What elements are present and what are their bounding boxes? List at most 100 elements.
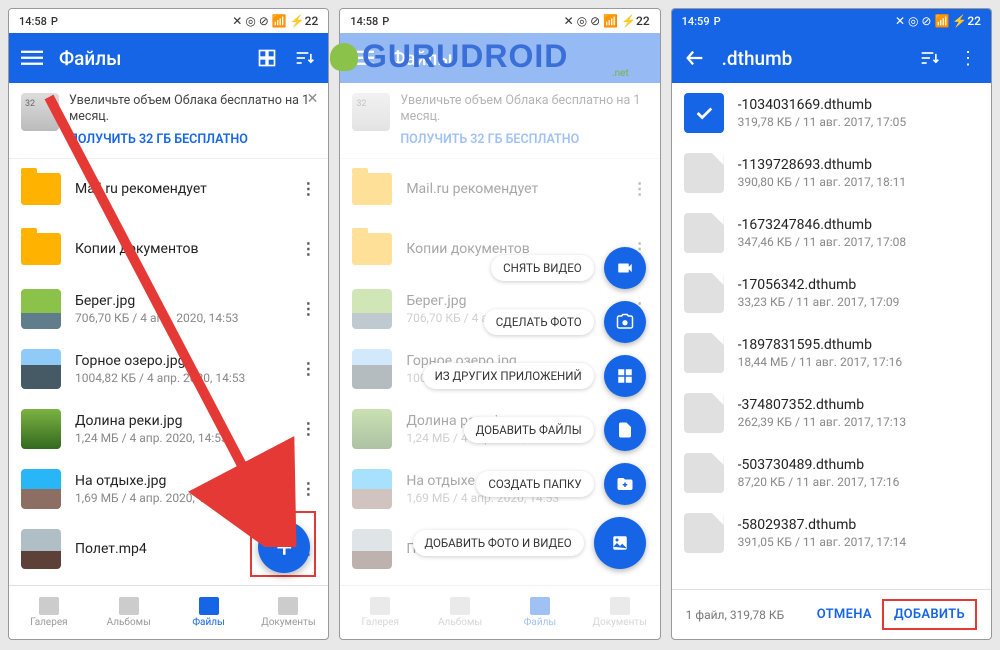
list-item[interactable]: -58029387.dthumb391,05 КБ / 11 авг. 2017… [672,503,991,563]
fab-action-icon[interactable] [604,463,646,505]
fab-action-icon[interactable] [604,301,646,343]
checkbox-icon[interactable] [684,93,724,133]
nav-label: Альбомы [107,617,151,628]
fab-menu-item[interactable]: СНЯТЬ ВИДЕО [491,247,646,289]
list-item[interactable]: -1139728693.dthumb 390,80 КБ / 11 авг. 20… [672,143,991,203]
list-item[interactable]: -1673247846.dthumb 347,46 КБ / 11 авг. 20… [672,203,991,263]
file-thumb [352,173,392,205]
file-thumb [21,469,61,509]
fab-menu-item[interactable]: СОЗДАТЬ ПАПКУ [476,463,645,505]
menu-icon[interactable] [21,47,43,69]
add-button[interactable]: ДОБАВИТЬ [882,599,977,630]
list-item[interactable]: Берег.jpg 706,70 КБ / 4 апр. 2020, 14:53 ⋮ [9,279,328,339]
list-item[interactable]: -17056342.dthumb 33,23 КБ / 11 авг. 2017,… [672,263,991,323]
screen-2: 14:58 P ✕ ◎ ⊘ 📶 ⚡22 Файлы Увеличьте объе… [339,8,660,640]
appbar: .dthumb ⋮ [672,33,991,83]
file-name: На отдыхе.jpg [75,473,286,489]
watermark-logo: GURUDROID [330,38,568,75]
sort-icon[interactable] [919,47,941,69]
nav-item[interactable]: Документы [580,586,660,639]
file-thumb [352,289,392,329]
file-meta: 706,70 КБ / 4 апр. 2020, 14:53 [75,311,286,325]
file-icon [684,213,724,253]
fab-menu-item[interactable]: СДЕЛАТЬ ФОТО [484,301,646,343]
fab-action-icon[interactable] [594,517,646,569]
sort-icon[interactable] [294,47,316,69]
more-icon[interactable]: ⋮ [300,239,316,258]
list-item[interactable]: -1034031669.dthumb319,78 КБ / 11 авг. 20… [672,83,991,143]
page-title: Файлы [59,47,240,70]
list-item[interactable]: На отдыхе.jpg1,69 МБ / 4 апр. 2020, 14:5… [9,459,328,519]
file-icon [684,393,724,433]
list-item[interactable]: -503730489.dthumb87,20 КБ / 11 авг. 2017… [672,443,991,503]
selection-footer: 1 файл, 319,78 КБ ОТМЕНА ДОБАВИТЬ [672,589,991,639]
fab-label: СДЕЛАТЬ ФОТО [484,309,594,335]
file-name: Берег.jpg [75,293,286,309]
more-icon[interactable]: ⋮ [300,179,316,198]
nav-item[interactable]: Альбомы [420,586,500,639]
watermark-net: .net [612,68,629,79]
file-name: -1673247846.dthumb [738,217,979,233]
fab-action-icon[interactable] [604,355,646,397]
file-icon [684,273,724,313]
nav-label: Галерея [362,617,399,628]
file-meta: 390,80 КБ / 11 авг. 2017, 18:11 [738,175,979,189]
nav-label: Документы [261,617,315,628]
file-name: -503730489.dthumb [738,457,979,473]
fab-menu: СНЯТЬ ВИДЕО СДЕЛАТЬ ФОТО ИЗ ДРУГИХ ПРИЛОЖЕ… [413,247,646,569]
list-item[interactable]: Mail.ru рекомендует⋮ [9,159,328,219]
fab-menu-item[interactable]: ДОБАВИТЬ ФАЙЛЫ [464,409,646,451]
fab-add[interactable]: + [258,521,310,573]
back-icon[interactable] [684,47,706,69]
promo-banner: Увеличьте объем Облака бесплатно на 1 ме… [9,83,328,159]
file-meta: 262,39 КБ / 11 авг. 2017, 17:13 [738,415,979,429]
nav-item[interactable]: Галерея [340,586,420,639]
file-thumb [21,529,61,569]
list-item[interactable]: Копии документов⋮ [9,219,328,279]
fab-menu-item[interactable]: ИЗ ДРУГИХ ПРИЛОЖЕНИЙ [423,355,646,397]
nav-item[interactable]: Документы [248,586,328,639]
file-meta: 347,46 КБ / 11 авг. 2017, 17:08 [738,235,979,249]
nav-label: Файлы [524,617,556,628]
nav-item[interactable]: Галерея [9,586,89,639]
close-icon[interactable]: ✕ [307,91,319,107]
more-icon[interactable]: ⋮ [300,299,316,318]
file-thumb [21,233,61,265]
nav-icon [119,597,139,615]
list-item[interactable]: Долина реки.jpg1,24 МБ / 4 апр. 2020, 14… [9,399,328,459]
nav-item[interactable]: Файлы [500,586,580,639]
fab-label: СНЯТЬ ВИДЕО [491,255,594,281]
fab-action-icon[interactable] [604,409,646,451]
nav-item[interactable]: Альбомы [89,586,169,639]
nav-icon [278,597,298,615]
file-thumb [21,289,61,329]
more-icon[interactable]: ⋮ [300,479,316,498]
nav-item[interactable]: Файлы [169,586,249,639]
file-thumb [352,349,392,389]
more-icon[interactable]: ⋮ [957,47,979,69]
screen-1: 14:58 P ✕ ◎ ⊘ 📶 ⚡22 Файлы Увеличьте объе… [8,8,329,640]
more-icon[interactable]: ⋮ [300,359,316,378]
list-item[interactable]: -374807352.dthumb262,39 КБ / 11 авг. 201… [672,383,991,443]
fab-action-icon[interactable] [604,247,646,289]
fab-menu-item[interactable]: ДОБАВИТЬ ФОТО И ВИДЕО [413,517,646,569]
nav-label: Файлы [192,617,224,628]
nav-icon [530,597,550,615]
file-icon [684,513,724,553]
list-item[interactable]: Горное озеро.jpg1004,82 КБ / 4 апр. 2020… [9,339,328,399]
file-meta: 33,23 КБ / 11 авг. 2017, 17:09 [738,295,979,309]
cancel-button[interactable]: ОТМЕНА [807,601,882,628]
fab-label: ДОБАВИТЬ ФАЙЛЫ [464,417,594,443]
promo-link[interactable]: ПОЛУЧИТЬ 32 ГБ БЕСПЛАТНО [69,132,316,148]
more-icon[interactable]: ⋮ [632,179,648,198]
grid-view-icon[interactable] [256,47,278,69]
fab-label: ДОБАВИТЬ ФОТО И ВИДЕО [413,530,584,556]
status-icons: ✕ ◎ ⊘ 📶 ⚡22 [232,14,318,28]
list-item[interactable]: -1897831595.dthumb18,44 МБ / 11 авг. 201… [672,323,991,383]
statusbar: 14:58 P ✕ ◎ ⊘ 📶 ⚡22 [9,9,328,33]
file-name: -17056342.dthumb [738,277,979,293]
more-icon[interactable]: ⋮ [300,419,316,438]
nav-label: Галерея [30,617,67,628]
file-name: -1139728693.dthumb [738,157,979,173]
list-item[interactable]: Mail.ru рекомендует⋮ [340,159,659,219]
